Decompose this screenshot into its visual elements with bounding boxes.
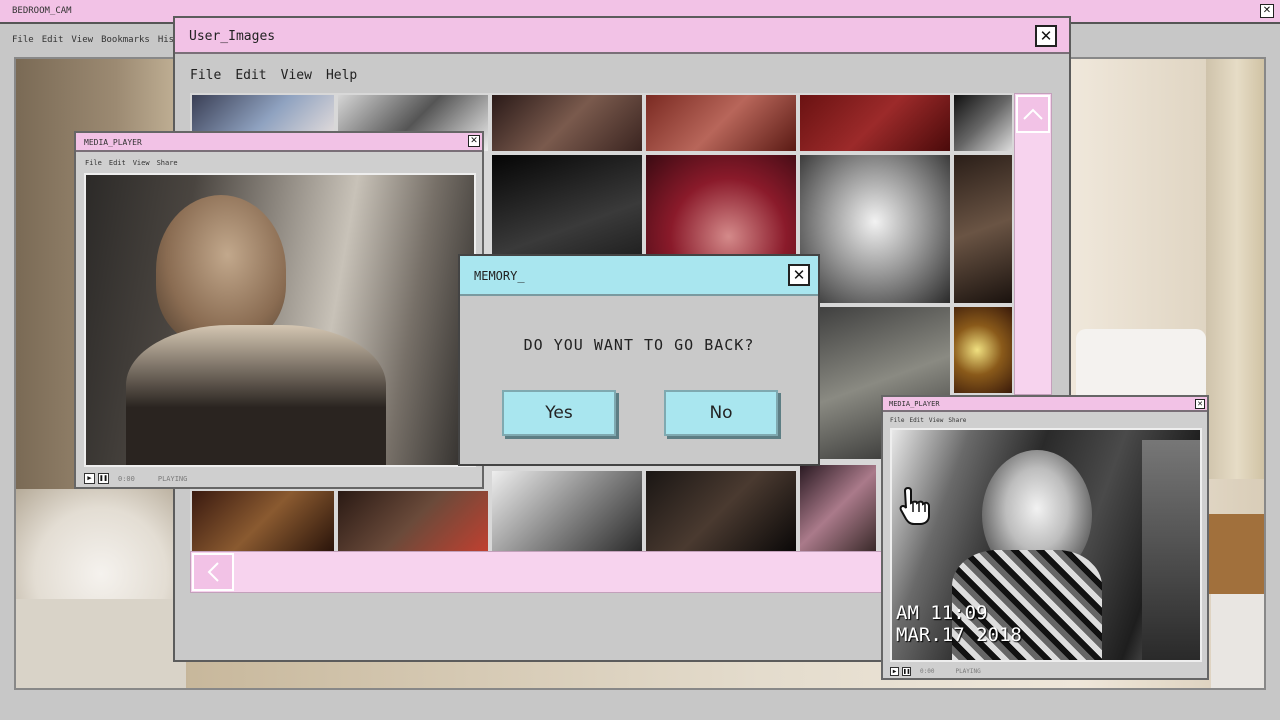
menu-edit[interactable]: Edit [42,35,64,45]
photo-thumbnail[interactable] [644,93,798,153]
memory-dialog: MEMORY_ ✕ DO YOU WANT TO GO BACK? Yes No [458,254,820,466]
user-images-titlebar: User_Images ✕ [175,18,1069,54]
menu-help[interactable]: Help [326,68,357,83]
playback-time: 0:00 [920,668,935,675]
photo-thumbnail[interactable] [798,463,878,553]
close-icon: ✕ [1197,399,1203,408]
play-icon: ▶ [87,474,92,482]
media-player-left-close-button[interactable]: ✕ [468,135,480,147]
photo-thumbnail[interactable] [952,305,1014,395]
scroll-left-button[interactable] [192,553,234,591]
menu-view[interactable]: View [133,159,150,167]
media-player-right-controls: ▶ ❚❚ 0:00 PLAYING [890,667,981,676]
play-button[interactable]: ▶ [84,473,95,484]
chevron-left-icon [207,562,219,582]
pause-icon: ❚❚ [99,474,108,482]
pause-icon: ❚❚ [903,668,911,675]
memory-dialog-title: MEMORY_ [474,269,525,283]
menu-view[interactable]: View [929,417,943,424]
media-player-left-controls: ▶ ❚❚ 0:00 PLAYING [84,473,187,484]
playback-time: 0:00 [118,474,135,483]
user-images-title: User_Images [189,29,276,44]
memory-dialog-titlebar: MEMORY_ ✕ [460,256,818,296]
menu-edit[interactable]: Edit [235,68,266,83]
photo-thumbnail[interactable] [490,469,644,553]
photo-thumbnail[interactable] [952,93,1014,153]
menu-file[interactable]: File [890,417,904,424]
media-player-left-menubar: File Edit View Share [85,159,192,167]
video-timestamp-date: MAR.17 2018 [896,624,1022,646]
play-icon: ▶ [892,668,897,675]
menu-file[interactable]: File [12,35,34,45]
photo-thumbnail[interactable] [798,153,952,305]
video-frame[interactable]: AM 11:09 MAR.17 2018 [890,428,1202,662]
media-player-right-menubar: File Edit View Share [890,417,980,424]
playback-status: PLAYING [157,474,188,483]
scroll-up-button[interactable] [1016,95,1050,133]
memory-dialog-question: DO YOU WANT TO GO BACK? [523,336,755,354]
user-images-menubar: File Edit View Help [190,68,371,83]
media-player-left-window: MEDIA_PLAYER ✕ File Edit View Share ▶ ❚❚ 0:… [74,131,484,489]
close-icon: ✕ [1039,26,1053,45]
menu-share[interactable]: Share [157,159,178,167]
menu-bookmarks[interactable]: Bookmarks [101,35,150,45]
photo-thumbnail[interactable] [644,469,798,553]
media-player-right-close-button[interactable]: ✕ [1195,399,1205,409]
vertical-scrollbar[interactable] [1014,93,1052,395]
close-icon: ✕ [1262,5,1272,16]
memory-dialog-close-button[interactable]: ✕ [788,264,810,286]
photo-thumbnail[interactable] [798,93,952,153]
bedroom-cam-close-button[interactable]: ✕ [1260,4,1274,18]
menu-share[interactable]: Share [948,417,966,424]
menu-file[interactable]: File [190,68,221,83]
video-timestamp-time: AM 11:09 [896,602,988,624]
pause-button[interactable]: ❚❚ [902,667,911,676]
menu-edit[interactable]: Edit [109,159,126,167]
bedroom-cam-title: BEDROOM_CAM [12,6,72,16]
close-icon: ✕ [470,135,478,146]
media-player-left-titlebar: MEDIA_PLAYER ✕ [76,133,482,152]
no-button[interactable]: No [664,390,778,436]
photo-thumbnail[interactable] [952,153,1014,305]
photo-thumbnail[interactable] [190,489,336,553]
chevron-up-icon [1023,108,1043,120]
yes-button[interactable]: Yes [502,390,616,436]
menu-file[interactable]: File [85,159,102,167]
video-frame[interactable] [84,173,476,467]
media-player-right-titlebar: MEDIA_PLAYER ✕ [883,397,1207,412]
user-images-close-button[interactable]: ✕ [1035,25,1057,47]
menu-view[interactable]: View [71,35,93,45]
menu-view[interactable]: View [281,68,312,83]
menu-edit[interactable]: Edit [909,417,923,424]
pause-button[interactable]: ❚❚ [98,473,109,484]
close-icon: ✕ [792,265,806,284]
playback-status: PLAYING [955,668,981,675]
media-player-right-title: MEDIA_PLAYER [889,400,940,408]
photo-thumbnail[interactable] [490,93,644,153]
hand-cursor-icon [898,486,932,526]
photo-thumbnail[interactable] [336,489,490,553]
media-player-left-title: MEDIA_PLAYER [84,138,142,147]
media-player-right-window: MEDIA_PLAYER ✕ File Edit View Share AM 11:0… [881,395,1209,680]
play-button[interactable]: ▶ [890,667,899,676]
